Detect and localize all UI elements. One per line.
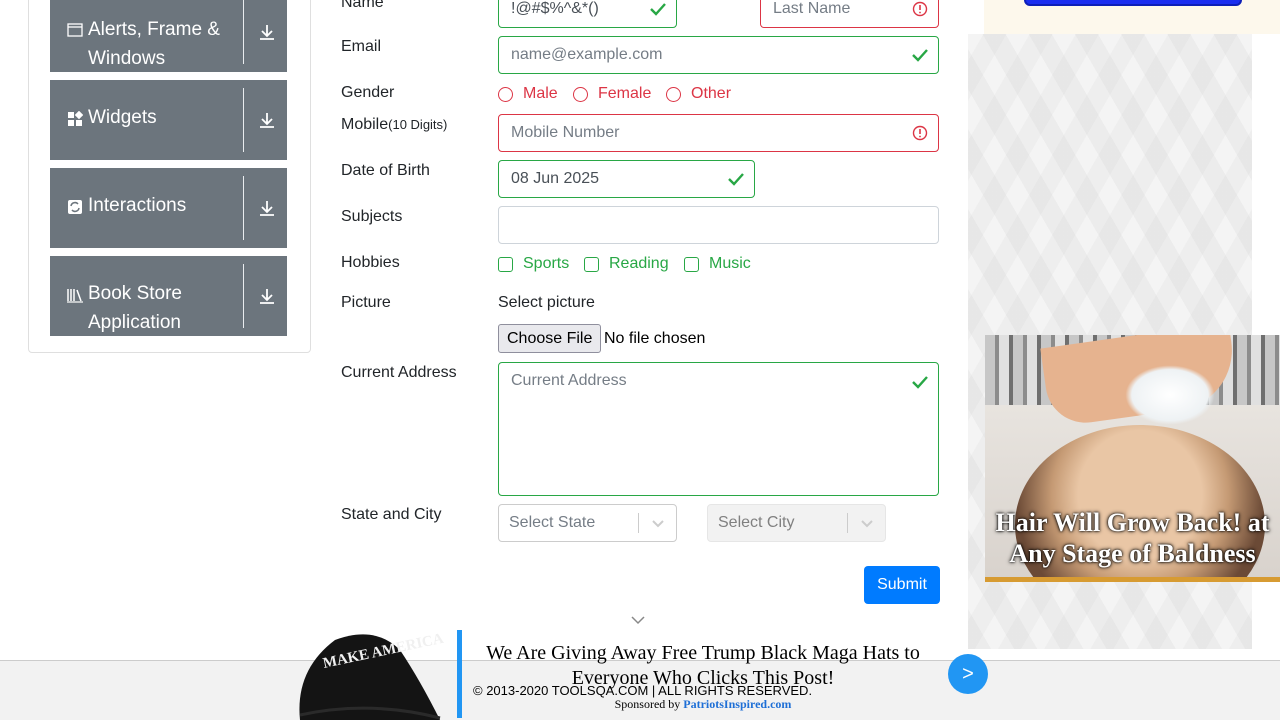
group-divider [243,264,244,328]
select-picture-label: Select picture [498,294,595,311]
error-icon [912,1,928,17]
dob-input[interactable]: 08 Jun 2025 [498,160,755,198]
books-icon [67,289,83,303]
hobbies-label: Hobbies [341,254,400,271]
first-name-input[interactable]: !@#$%^&*() [498,0,677,28]
mobile-hint: (10 Digits) [388,117,448,132]
state-placeholder: Select State [509,514,596,531]
group-book-store-application[interactable]: Book Store Application [50,256,287,336]
dob-value: 08 Jun 2025 [511,170,600,187]
city-placeholder: Select City [718,514,795,531]
ad-accent-bar [457,630,462,718]
group-alerts-frame-windows[interactable]: Alerts, Frame & Windows [50,0,287,72]
checkbox-label: Sports [523,255,570,272]
interactions-icon [68,200,82,214]
ad-next-button[interactable]: > [948,654,988,694]
salt-graphic [1125,365,1215,425]
check-icon [728,173,744,186]
mobile-label: Mobile(10 Digits) [341,116,448,133]
picture-label: Picture [341,294,391,311]
file-status: No file chosen [604,330,706,347]
choose-file-button[interactable]: Choose File [498,324,602,353]
first-name-value: !@#$%^&*() [511,0,599,17]
download-icon[interactable] [257,198,277,218]
check-icon [912,376,928,389]
ad-sponsored-by: Sponsored by PatriotsInspired.com [614,697,792,711]
gender-radio-other[interactable]: Other [666,84,731,104]
name-label: Name [341,0,384,11]
group-interactions[interactable]: Interactions [50,168,287,248]
check-icon [912,49,928,62]
current-address-label: Current Address [341,364,457,381]
chevron-down-icon[interactable] [630,614,646,626]
radio-circle[interactable] [666,86,681,102]
city-select[interactable]: Select City [707,504,886,542]
hobby-checkbox-reading[interactable]: Reading [584,254,669,274]
hobby-checkbox-sports[interactable]: Sports [498,254,569,274]
group-divider [243,0,244,64]
group-label: Alerts, Frame & Windows [88,19,220,69]
submit-button[interactable]: Submit [864,566,940,604]
radio-label: Other [691,85,732,102]
group-label: Interactions [88,195,187,216]
ad-side-image[interactable]: Hair Will Grow Back! at Any Stage of Bal… [985,335,1280,582]
state-city-label: State and City [341,506,442,523]
chevron-down-icon[interactable] [860,516,874,530]
ad-sponsor-link[interactable]: PatriotsInspired.com [683,697,791,711]
hat-image[interactable]: MAKE AMERICA GREAT AGAIN [290,630,445,720]
checkbox-box[interactable] [498,256,513,272]
email-label: Email [341,38,382,55]
state-select[interactable]: Select State [498,504,677,542]
download-icon[interactable] [257,110,277,130]
gender-radio-female[interactable]: Female [573,84,651,104]
mobile-input[interactable]: Mobile Number [498,114,939,152]
last-name-placeholder: Last Name [773,0,851,17]
select-separator [847,513,848,533]
group-widgets[interactable]: Widgets [50,80,287,160]
group-label: Widgets [88,107,157,128]
gender-radio-male[interactable]: Male [498,84,558,104]
dob-label: Date of Birth [341,162,430,179]
gender-label: Gender [341,84,395,101]
download-icon[interactable] [257,286,277,306]
ad-bottom-headline[interactable]: We Are Giving Away Free Trump Black Maga… [466,641,940,691]
group-divider [243,88,244,152]
email-placeholder: name@example.com [511,46,663,63]
address-placeholder: Current Address [511,372,627,389]
checkbox-label: Reading [609,255,669,272]
group-label: Book Store Application [88,283,182,333]
chevron-down-icon[interactable] [651,516,665,530]
mobile-placeholder: Mobile Number [511,124,620,141]
download-icon[interactable] [257,22,277,42]
current-address-textarea[interactable]: Current Address [498,362,939,496]
email-input[interactable]: name@example.com [498,36,939,74]
hobby-checkbox-music[interactable]: Music [684,254,751,274]
check-icon [650,3,666,16]
radio-label: Female [598,85,652,102]
widgets-icon [68,111,83,126]
subjects-input[interactable] [498,206,939,244]
radio-circle[interactable] [573,86,588,102]
radio-label: Male [523,85,558,102]
select-separator [638,513,639,533]
ad-side-caption: Hair Will Grow Back! at Any Stage of Bal… [995,508,1270,568]
ad-top-button[interactable] [1024,0,1242,6]
subjects-label: Subjects [341,208,403,225]
last-name-input[interactable]: Last Name [760,0,939,28]
group-divider [243,176,244,240]
window-icon [67,23,83,37]
radio-circle[interactable] [498,86,513,102]
checkbox-label: Music [709,255,751,272]
error-icon [912,125,928,141]
checkbox-box[interactable] [684,256,699,272]
checkbox-box[interactable] [584,256,599,272]
